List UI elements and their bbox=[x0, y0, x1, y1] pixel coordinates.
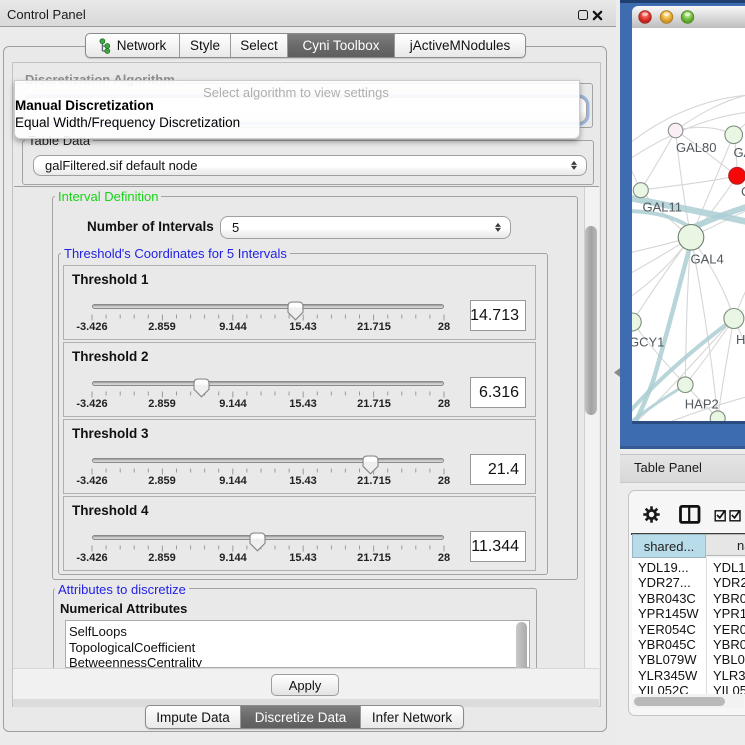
svg-text:GA: GA bbox=[734, 145, 745, 160]
svg-text:GAL11: GAL11 bbox=[643, 200, 683, 215]
svg-text:GCY1: GCY1 bbox=[632, 335, 664, 350]
svg-text:H: H bbox=[736, 332, 745, 347]
svg-text:GAL80: GAL80 bbox=[676, 140, 716, 155]
svg-text:GAL4: GAL4 bbox=[691, 252, 724, 267]
svg-text:C: C bbox=[741, 184, 745, 199]
svg-text:HAP2: HAP2 bbox=[685, 397, 719, 412]
